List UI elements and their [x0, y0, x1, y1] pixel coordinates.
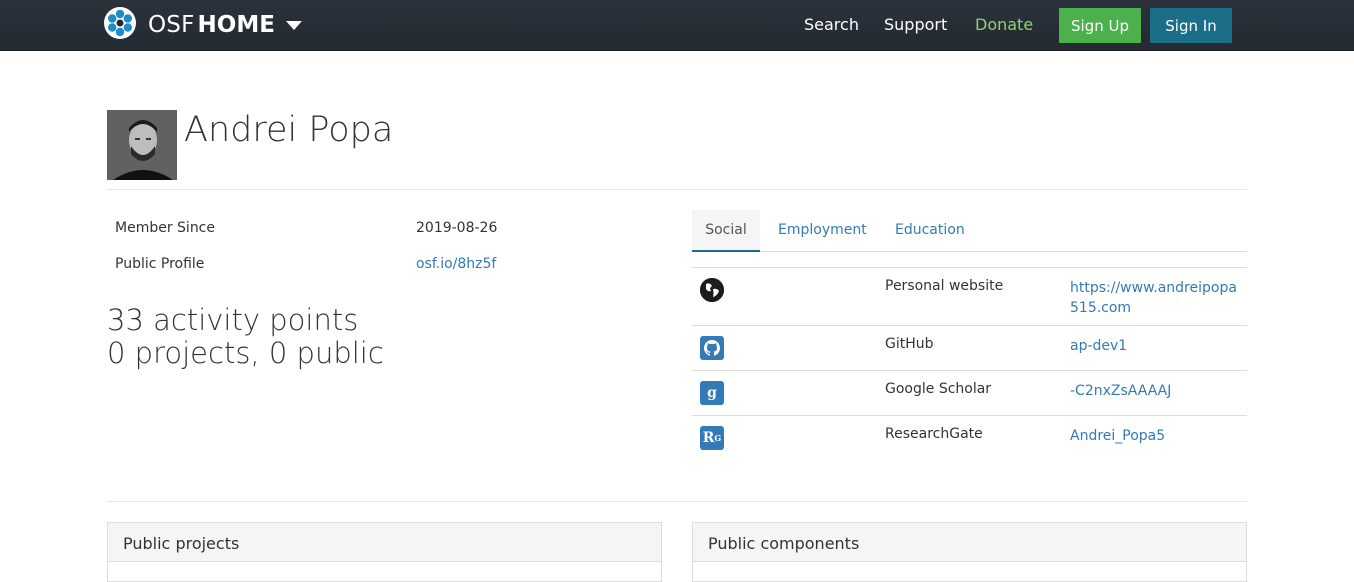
brand-home-text: HOME [197, 12, 275, 38]
tab-social[interactable]: Social [692, 210, 760, 252]
member-since-value: 2019-08-26 [416, 220, 498, 236]
social-name: GitHub [885, 336, 934, 352]
sign-in-button[interactable]: Sign In [1150, 8, 1232, 43]
tab-employment[interactable]: Employment [778, 210, 867, 252]
panel-body [108, 561, 661, 581]
github-icon [700, 336, 724, 360]
panel-body [693, 561, 1246, 581]
projects-count: 0 projects, 0 public [107, 336, 384, 370]
activity-points: 33 activity points [107, 303, 359, 337]
researchgate-icon: RG [700, 426, 724, 450]
globe-icon [700, 278, 724, 302]
social-name: Personal website [885, 278, 1004, 294]
nav-donate-link[interactable]: Donate [975, 15, 1033, 34]
google-scholar-icon: g [700, 381, 724, 405]
profile-name: Andrei Popa [184, 110, 394, 150]
social-row-researchgate: RG ResearchGate Andrei_Popa5 [692, 415, 1247, 460]
osf-logo-icon [103, 6, 137, 44]
public-projects-panel: Public projects [107, 522, 662, 582]
public-profile-link[interactable]: osf.io/8hz5f [416, 256, 496, 272]
member-since-label: Member Since [115, 220, 215, 236]
osf-home-brand[interactable]: OSF HOME [103, 6, 302, 44]
panel-title: Public projects [123, 534, 240, 553]
social-link[interactable]: ap-dev1 [1070, 336, 1242, 356]
avatar [107, 110, 177, 180]
nav-search-link[interactable]: Search [804, 15, 859, 34]
tab-education[interactable]: Education [895, 210, 965, 252]
social-name: ResearchGate [885, 426, 983, 442]
top-navbar: OSF HOME Search Support Donate Sign Up S… [0, 0, 1354, 51]
social-link[interactable]: https://www.andreipopa515.com [1070, 278, 1242, 318]
public-components-panel: Public components [692, 522, 1247, 582]
caret-down-icon[interactable] [285, 20, 302, 30]
sign-up-button[interactable]: Sign Up [1059, 8, 1141, 43]
profile-tabs: Social Employment Education [692, 210, 1247, 252]
section-divider [107, 501, 1247, 502]
social-link[interactable]: Andrei_Popa5 [1070, 426, 1242, 446]
public-profile-label: Public Profile [115, 256, 205, 272]
header-divider [107, 189, 1247, 190]
social-row-github: GitHub ap-dev1 [692, 325, 1247, 370]
nav-support-link[interactable]: Support [884, 15, 947, 34]
social-row-personal-website: Personal website https://www.andreipopa5… [692, 267, 1247, 325]
social-row-google-scholar: g Google Scholar -C2nxZsAAAAJ [692, 370, 1247, 415]
social-name: Google Scholar [885, 381, 992, 397]
brand-osf-text: OSF [148, 12, 195, 38]
panel-title: Public components [708, 534, 860, 553]
social-link[interactable]: -C2nxZsAAAAJ [1070, 381, 1242, 401]
